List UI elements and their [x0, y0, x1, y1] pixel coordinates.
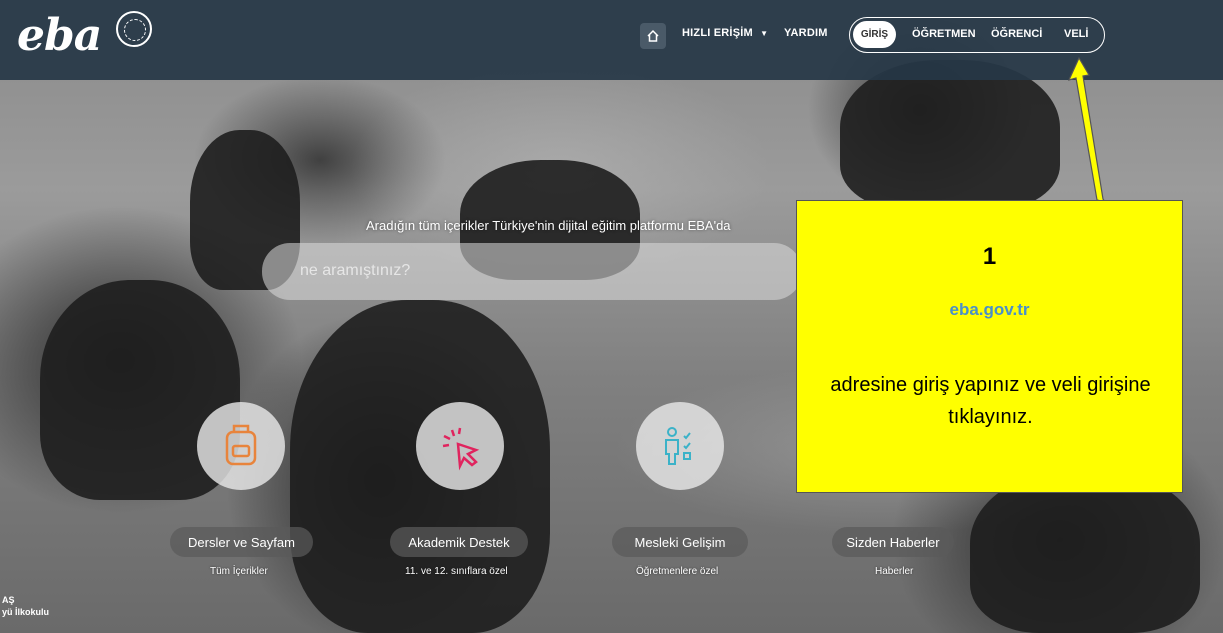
news-feature-subtitle: Haberler	[875, 566, 914, 577]
professional-feature-title[interactable]: Mesleki Gelişim	[612, 527, 748, 557]
step-number: 1	[982, 243, 997, 270]
news-feature-title[interactable]: Sizden Haberler	[832, 527, 954, 557]
photo-credit-line1: AŞ	[2, 595, 15, 605]
login-button[interactable]: GİRİŞ	[853, 21, 896, 48]
student-login-link[interactable]: ÖĞRENCİ	[991, 28, 1042, 40]
chevron-down-icon: ▼	[760, 29, 769, 38]
photo-figure	[970, 470, 1200, 633]
ministry-emblem-icon	[116, 11, 152, 47]
home-icon[interactable]	[640, 23, 666, 49]
search-input[interactable]	[298, 261, 602, 281]
eba-logo[interactable]: eba	[17, 10, 102, 61]
photo-figure	[840, 60, 1060, 210]
hero-tagline: Aradığın tüm içerikler Türkiye'nin dijit…	[366, 218, 731, 233]
callout-url: eba.gov.tr	[949, 300, 1030, 319]
professional-feature-circle[interactable]	[636, 402, 724, 490]
teacher-login-link[interactable]: ÖĞRETMEN	[912, 28, 976, 40]
parent-login-link[interactable]: VELİ	[1064, 28, 1088, 40]
home-glyph-icon	[647, 29, 659, 42]
quick-access-menu[interactable]: HIZLI ERİŞİM ▼	[682, 27, 768, 39]
pointer-arrow-icon	[1067, 56, 1107, 203]
backpack-icon	[225, 424, 257, 466]
academic-feature-title[interactable]: Akademik Destek	[390, 527, 528, 557]
instruction-callout: 1 eba.gov.tr adresine giriş yapınız ve v…	[796, 200, 1183, 493]
search-box[interactable]	[262, 243, 802, 300]
callout-instruction: adresine giriş yapınız ve veli girişine …	[830, 374, 1151, 428]
login-group: GİRİŞ ÖĞRETMEN ÖĞRENCİ VELİ	[849, 17, 1105, 53]
quick-access-label: HIZLI ERİŞİM	[682, 27, 753, 39]
professional-feature-subtitle: Öğretmenlere özel	[636, 566, 719, 577]
photo-credit-line2: yü İlkokulu	[2, 607, 50, 617]
academic-feature-circle[interactable]	[416, 402, 504, 490]
lessons-feature-title[interactable]: Dersler ve Sayfam	[170, 527, 313, 557]
lessons-feature-circle[interactable]	[197, 402, 285, 490]
checklist-person-icon	[665, 427, 691, 465]
lessons-feature-subtitle: Tüm İçerikler	[210, 566, 268, 577]
cursor-click-icon	[442, 427, 480, 471]
photo-credit: AŞ yü İlkokulu	[2, 594, 49, 618]
top-navbar: eba HIZLI ERİŞİM ▼ YARDIM GİRİŞ ÖĞRETMEN…	[0, 0, 1223, 80]
academic-feature-subtitle: 11. ve 12. sınıflara özel	[405, 566, 508, 577]
help-link[interactable]: YARDIM	[784, 27, 828, 39]
